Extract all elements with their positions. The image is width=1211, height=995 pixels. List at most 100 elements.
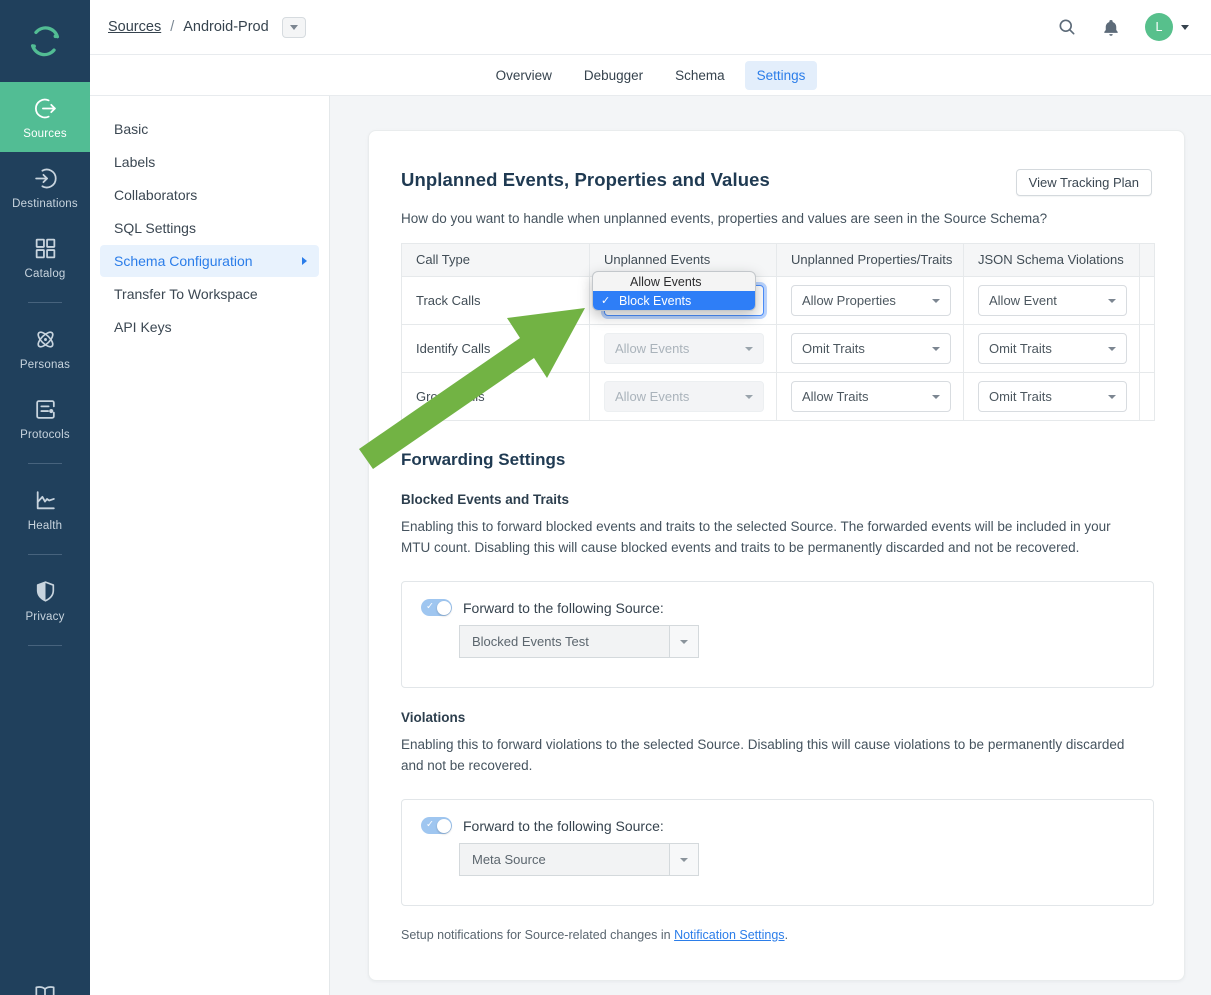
settings-nav-label: Schema Configuration xyxy=(114,253,253,269)
blocked-events-toggle[interactable]: ✓ xyxy=(421,599,452,616)
cell-call-type: Track Calls xyxy=(402,277,590,325)
forwarding-settings-title: Forwarding Settings xyxy=(401,450,1152,470)
notifications-button[interactable] xyxy=(1101,17,1121,38)
select-value: Omit Traits xyxy=(989,389,1052,404)
menu-option-block-events[interactable]: ✓ Block Events xyxy=(593,291,755,310)
settings-nav: Basic Labels Collaborators SQL Settings … xyxy=(90,96,330,995)
unplanned-events-select[interactable]: Allow Events xyxy=(604,333,764,364)
segment-logo[interactable] xyxy=(0,0,90,82)
caret-down-icon xyxy=(680,858,688,862)
chevron-down-icon xyxy=(290,25,298,30)
settings-nav-schema-configuration[interactable]: Schema Configuration xyxy=(100,245,319,277)
caret-down-icon xyxy=(745,347,753,351)
settings-nav-label: Collaborators xyxy=(114,187,197,203)
col-header-json-violations: JSON Schema Violations xyxy=(964,244,1140,277)
topbar: Sources / Android-Prod xyxy=(90,0,1211,55)
tab-debugger[interactable]: Debugger xyxy=(572,61,655,90)
toggle-knob xyxy=(437,819,451,833)
sidebar-item-catalog[interactable]: Catalog xyxy=(0,222,90,292)
caret-down-icon xyxy=(932,347,940,351)
settings-nav-collaborators[interactable]: Collaborators xyxy=(100,179,319,211)
blocked-events-forward-card: ✓ Forward to the following Source: Block… xyxy=(401,581,1154,688)
caret-down-icon xyxy=(745,395,753,399)
sidebar-item-health[interactable]: Health xyxy=(0,474,90,544)
sidebar-item-label: Destinations xyxy=(12,198,78,210)
json-violations-select[interactable]: Omit Traits xyxy=(978,333,1127,364)
note-text: Setup notifications for Source-related c… xyxy=(401,928,674,942)
avatar: L xyxy=(1145,13,1173,41)
table-header-row: Call Type Unplanned Events Unplanned Pro… xyxy=(402,244,1155,277)
notification-settings-link[interactable]: Notification Settings xyxy=(674,928,784,942)
toggle-knob xyxy=(437,601,451,615)
select-value: Allow Events xyxy=(615,389,689,404)
unplanned-properties-select[interactable]: Allow Traits xyxy=(791,381,951,412)
search-button[interactable] xyxy=(1057,17,1077,37)
account-menu[interactable]: L xyxy=(1145,13,1189,41)
caret-down-button[interactable] xyxy=(669,843,699,876)
sidebar-item-personas[interactable]: Personas xyxy=(0,313,90,383)
select-value: Omit Traits xyxy=(802,341,865,356)
view-tracking-plan-button[interactable]: View Tracking Plan xyxy=(1016,169,1152,196)
forward-source-label: Forward to the following Source: xyxy=(463,818,664,834)
source-switcher-button[interactable] xyxy=(282,17,306,38)
unplanned-properties-select[interactable]: Omit Traits xyxy=(791,333,951,364)
settings-nav-api-keys[interactable]: API Keys xyxy=(100,311,319,343)
card-header: Unplanned Events, Properties and Values … xyxy=(401,169,1152,196)
menu-option-label: Block Events xyxy=(619,294,691,308)
app-root: Sources Destinations Catalog xyxy=(0,0,1211,995)
caret-down-icon xyxy=(932,299,940,303)
breadcrumb-sources-link[interactable]: Sources xyxy=(108,19,161,35)
sidebar-divider xyxy=(28,463,62,464)
section-description: How do you want to handle when unplanned… xyxy=(401,211,1152,226)
chevron-down-icon xyxy=(1181,25,1189,30)
protocols-icon xyxy=(33,397,58,422)
tab-schema[interactable]: Schema xyxy=(663,61,737,90)
select-value: Allow Traits xyxy=(802,389,868,404)
primary-sidebar: Sources Destinations Catalog xyxy=(0,0,90,995)
json-violations-select[interactable]: Allow Event xyxy=(978,285,1127,316)
caret-down-icon xyxy=(680,640,688,644)
docs-button[interactable] xyxy=(0,969,90,995)
settings-nav-label: Labels xyxy=(114,154,155,170)
blocked-events-source-select[interactable]: Blocked Events Test xyxy=(459,625,699,658)
main-column: Sources / Android-Prod xyxy=(90,0,1211,995)
settings-nav-sql-settings[interactable]: SQL Settings xyxy=(100,212,319,244)
select-value: Allow Properties xyxy=(802,293,896,308)
main-content: Unplanned Events, Properties and Values … xyxy=(330,96,1211,995)
select-value: Allow Events xyxy=(615,341,689,356)
sidebar-item-label: Sources xyxy=(23,128,67,140)
settings-nav-basic[interactable]: Basic xyxy=(100,113,319,145)
sidebar-item-protocols[interactable]: Protocols xyxy=(0,383,90,453)
table-row: Identify Calls Allow Events Omi xyxy=(402,325,1155,373)
page-title: Unplanned Events, Properties and Values xyxy=(401,169,770,191)
table-row: Track Calls Block Events Allow xyxy=(402,277,1155,325)
json-violations-select[interactable]: Omit Traits xyxy=(978,381,1127,412)
violations-forward-card: ✓ Forward to the following Source: Meta … xyxy=(401,799,1154,906)
blocked-events-description: Enabling this to forward blocked events … xyxy=(401,516,1143,558)
violations-source-select[interactable]: Meta Source xyxy=(459,843,699,876)
sidebar-item-label: Protocols xyxy=(20,429,70,441)
sidebar-item-privacy[interactable]: Privacy xyxy=(0,565,90,635)
violations-toggle[interactable]: ✓ xyxy=(421,817,452,834)
menu-option-allow-events[interactable]: Allow Events xyxy=(593,272,755,291)
caret-down-button[interactable] xyxy=(669,625,699,658)
check-icon: ✓ xyxy=(426,601,434,612)
select-value: Omit Traits xyxy=(989,341,1052,356)
select-value: Blocked Events Test xyxy=(459,625,669,658)
source-tabs: Overview Debugger Schema Settings xyxy=(90,55,1211,96)
tab-settings[interactable]: Settings xyxy=(745,61,818,90)
search-icon xyxy=(1057,17,1077,37)
breadcrumb: Sources / Android-Prod xyxy=(108,17,306,38)
check-icon: ✓ xyxy=(601,294,610,307)
unplanned-events-open-menu: Allow Events ✓ Block Events xyxy=(592,271,756,311)
select-value: Meta Source xyxy=(459,843,669,876)
topbar-actions: L xyxy=(1057,13,1189,41)
settings-nav-label: API Keys xyxy=(114,319,172,335)
unplanned-events-select[interactable]: Allow Events xyxy=(604,381,764,412)
settings-nav-labels[interactable]: Labels xyxy=(100,146,319,178)
settings-nav-transfer-to-workspace[interactable]: Transfer To Workspace xyxy=(100,278,319,310)
unplanned-properties-select[interactable]: Allow Properties xyxy=(791,285,951,316)
tab-overview[interactable]: Overview xyxy=(484,61,564,90)
sidebar-item-sources[interactable]: Sources xyxy=(0,82,90,152)
sidebar-item-destinations[interactable]: Destinations xyxy=(0,152,90,222)
